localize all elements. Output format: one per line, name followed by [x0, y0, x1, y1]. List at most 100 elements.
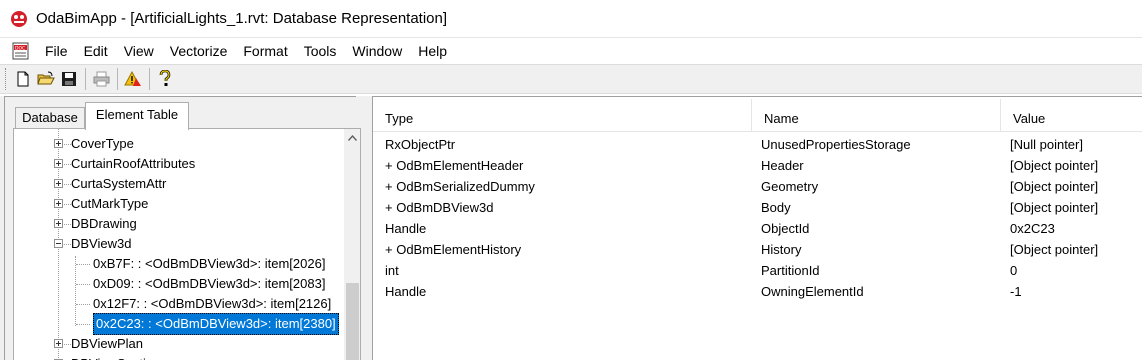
- save-disk-icon: [62, 72, 76, 86]
- tree-item-label: DBDrawing: [71, 216, 137, 231]
- cell-value: 0: [1010, 263, 1018, 278]
- cell-type: Handle: [385, 221, 427, 236]
- toolbar: [0, 64, 1142, 94]
- cell-type: + OdBmSerializedDummy: [385, 179, 535, 194]
- table-row[interactable]: int PartitionId 0: [373, 260, 1142, 281]
- cell-value: -1: [1010, 284, 1022, 299]
- tree-vertical-scrollbar[interactable]: [344, 129, 360, 360]
- cell-name: UnusedPropertiesStorage: [761, 137, 911, 152]
- tree-item[interactable]: DBDrawing: [14, 214, 342, 234]
- app-logo-icon: [11, 10, 27, 27]
- left-pane: Database Element Table CoverType CurtainR…: [0, 96, 362, 360]
- pane-splitter[interactable]: [362, 96, 372, 360]
- cell-value: [Object pointer]: [1010, 242, 1099, 257]
- collapse-minus-icon[interactable]: [54, 239, 63, 248]
- print-button[interactable]: [90, 68, 112, 90]
- column-header-name[interactable]: Name: [752, 97, 1000, 132]
- table-row[interactable]: + OdBmSerializedDummy Geometry [Object poi…: [373, 176, 1142, 197]
- tree-item-label: DBViewSection: [71, 354, 160, 360]
- table-row[interactable]: RxObjectPtr UnusedPropertiesStorage [Null …: [373, 134, 1142, 155]
- tree-item[interactable]: CurtainRoofAttributes: [14, 154, 342, 174]
- title-bar: OdaBimApp - [ArtificialLights_1.rvt: Dat…: [0, 0, 1142, 38]
- svg-text:DOC: DOC: [15, 46, 25, 52]
- menu-window[interactable]: Window: [344, 39, 410, 63]
- toolbar-grip[interactable]: [5, 68, 8, 90]
- table-row[interactable]: + OdBmDBView3d Body [Object pointer]: [373, 197, 1142, 218]
- tree-item-label: 0xB7F: : <OdBmDBView3d>: item[2026]: [93, 256, 326, 271]
- expand-plus-icon[interactable]: [54, 139, 63, 148]
- property-list[interactable]: Type Name Value RxObjectPtr UnusedPropert…: [372, 96, 1142, 360]
- chevron-up-icon: [348, 134, 357, 141]
- menu-format[interactable]: Format: [235, 39, 295, 63]
- cell-type: Handle: [385, 284, 427, 299]
- element-tree[interactable]: CoverType CurtainRoofAttributes CurtaSyste…: [13, 128, 361, 360]
- window-title: OdaBimApp - [ArtificialLights_1.rvt: Dat…: [36, 10, 448, 27]
- open-folder-icon: [37, 71, 55, 85]
- tree-item[interactable]: CutMarkType: [14, 194, 342, 214]
- cell-name: Body: [761, 200, 791, 215]
- menu-file[interactable]: File: [37, 39, 76, 63]
- save-button[interactable]: [58, 68, 80, 90]
- expand-plus-icon[interactable]: [54, 199, 63, 208]
- column-header-value[interactable]: Value: [1001, 97, 1142, 132]
- cell-type: + OdBmElementHistory: [385, 242, 522, 257]
- scroll-thumb[interactable]: [346, 283, 359, 360]
- new-document-button[interactable]: [12, 68, 34, 90]
- tree-item-label: 0x12F7: : <OdBmDBView3d>: item[2126]: [93, 296, 332, 311]
- menu-bar: DOC File Edit View Vectorize Format Tool…: [0, 38, 1142, 64]
- tree-connector: [76, 324, 90, 325]
- cell-name: History: [761, 242, 802, 257]
- menu-tools[interactable]: Tools: [296, 39, 345, 63]
- expand-plus-icon[interactable]: [54, 159, 63, 168]
- cell-value: [Object pointer]: [1010, 200, 1099, 215]
- column-header-type[interactable]: Type: [373, 97, 751, 132]
- cell-value: [Object pointer]: [1010, 158, 1099, 173]
- tree-child-item[interactable]: 0xD09: : <OdBmDBView3d>: item[2083]: [14, 274, 342, 294]
- cell-name: ObjectId: [761, 221, 810, 236]
- cell-type: RxObjectPtr: [385, 137, 456, 152]
- tree-item-label: CutMarkType: [71, 196, 149, 211]
- tree-item-label: DBViewPlan: [71, 336, 144, 351]
- menu-edit[interactable]: Edit: [76, 39, 116, 63]
- scroll-up-button[interactable]: [344, 129, 360, 146]
- tree-item[interactable]: DBViewPlan: [14, 334, 342, 354]
- cell-value: [Object pointer]: [1010, 179, 1099, 194]
- tree-item[interactable]: CurtaSystemAttr: [14, 174, 342, 194]
- left-pane-frame: Database Element Table CoverType CurtainR…: [4, 96, 361, 360]
- toolbar-separator: [85, 68, 86, 90]
- tree-child-item[interactable]: 0x2C23: : <OdBmDBView3d>: item[2380]: [14, 313, 342, 335]
- cell-value: [Null pointer]: [1010, 137, 1083, 152]
- help-button[interactable]: [154, 68, 176, 90]
- tree-child-item[interactable]: 0x12F7: : <OdBmDBView3d>: item[2126]: [14, 294, 342, 314]
- tab-database[interactable]: Database: [15, 107, 85, 129]
- cell-value: 0x2C23: [1010, 221, 1055, 236]
- help-question-icon: [159, 70, 171, 86]
- list-header: Type Name Value: [373, 97, 1142, 132]
- toolbar-separator: [117, 68, 118, 90]
- cell-type: int: [385, 263, 399, 278]
- table-row[interactable]: + OdBmElementHeader Header [Object pointer…: [373, 155, 1142, 176]
- tree-item-label: DBView3d: [71, 236, 132, 251]
- tree-item[interactable]: DBView3d: [14, 234, 342, 254]
- tree-item[interactable]: DBViewSection: [14, 354, 342, 360]
- table-row[interactable]: Handle OwningElementId -1: [373, 281, 1142, 302]
- table-row[interactable]: + OdBmElementHistory History [Object point…: [373, 239, 1142, 260]
- cell-name: PartitionId: [761, 263, 820, 278]
- warning-button[interactable]: [122, 68, 144, 90]
- tree-item-label: CoverType: [71, 136, 134, 151]
- document-menu-icon[interactable]: DOC: [11, 42, 31, 60]
- expand-plus-icon[interactable]: [54, 179, 63, 188]
- expand-plus-icon[interactable]: [54, 219, 63, 228]
- menu-view[interactable]: View: [116, 39, 162, 63]
- tree-connector: [76, 304, 90, 305]
- tree-connector: [76, 284, 90, 285]
- tree-child-item[interactable]: 0xB7F: : <OdBmDBView3d>: item[2026]: [14, 254, 342, 274]
- open-button[interactable]: [35, 68, 57, 90]
- expand-plus-icon[interactable]: [54, 339, 63, 348]
- tab-element-table[interactable]: Element Table: [85, 102, 189, 130]
- menu-help[interactable]: Help: [410, 39, 455, 63]
- cell-name: Header: [761, 158, 804, 173]
- menu-vectorize[interactable]: Vectorize: [162, 39, 236, 63]
- table-row[interactable]: Handle ObjectId 0x2C23: [373, 218, 1142, 239]
- tree-item[interactable]: CoverType: [14, 134, 342, 154]
